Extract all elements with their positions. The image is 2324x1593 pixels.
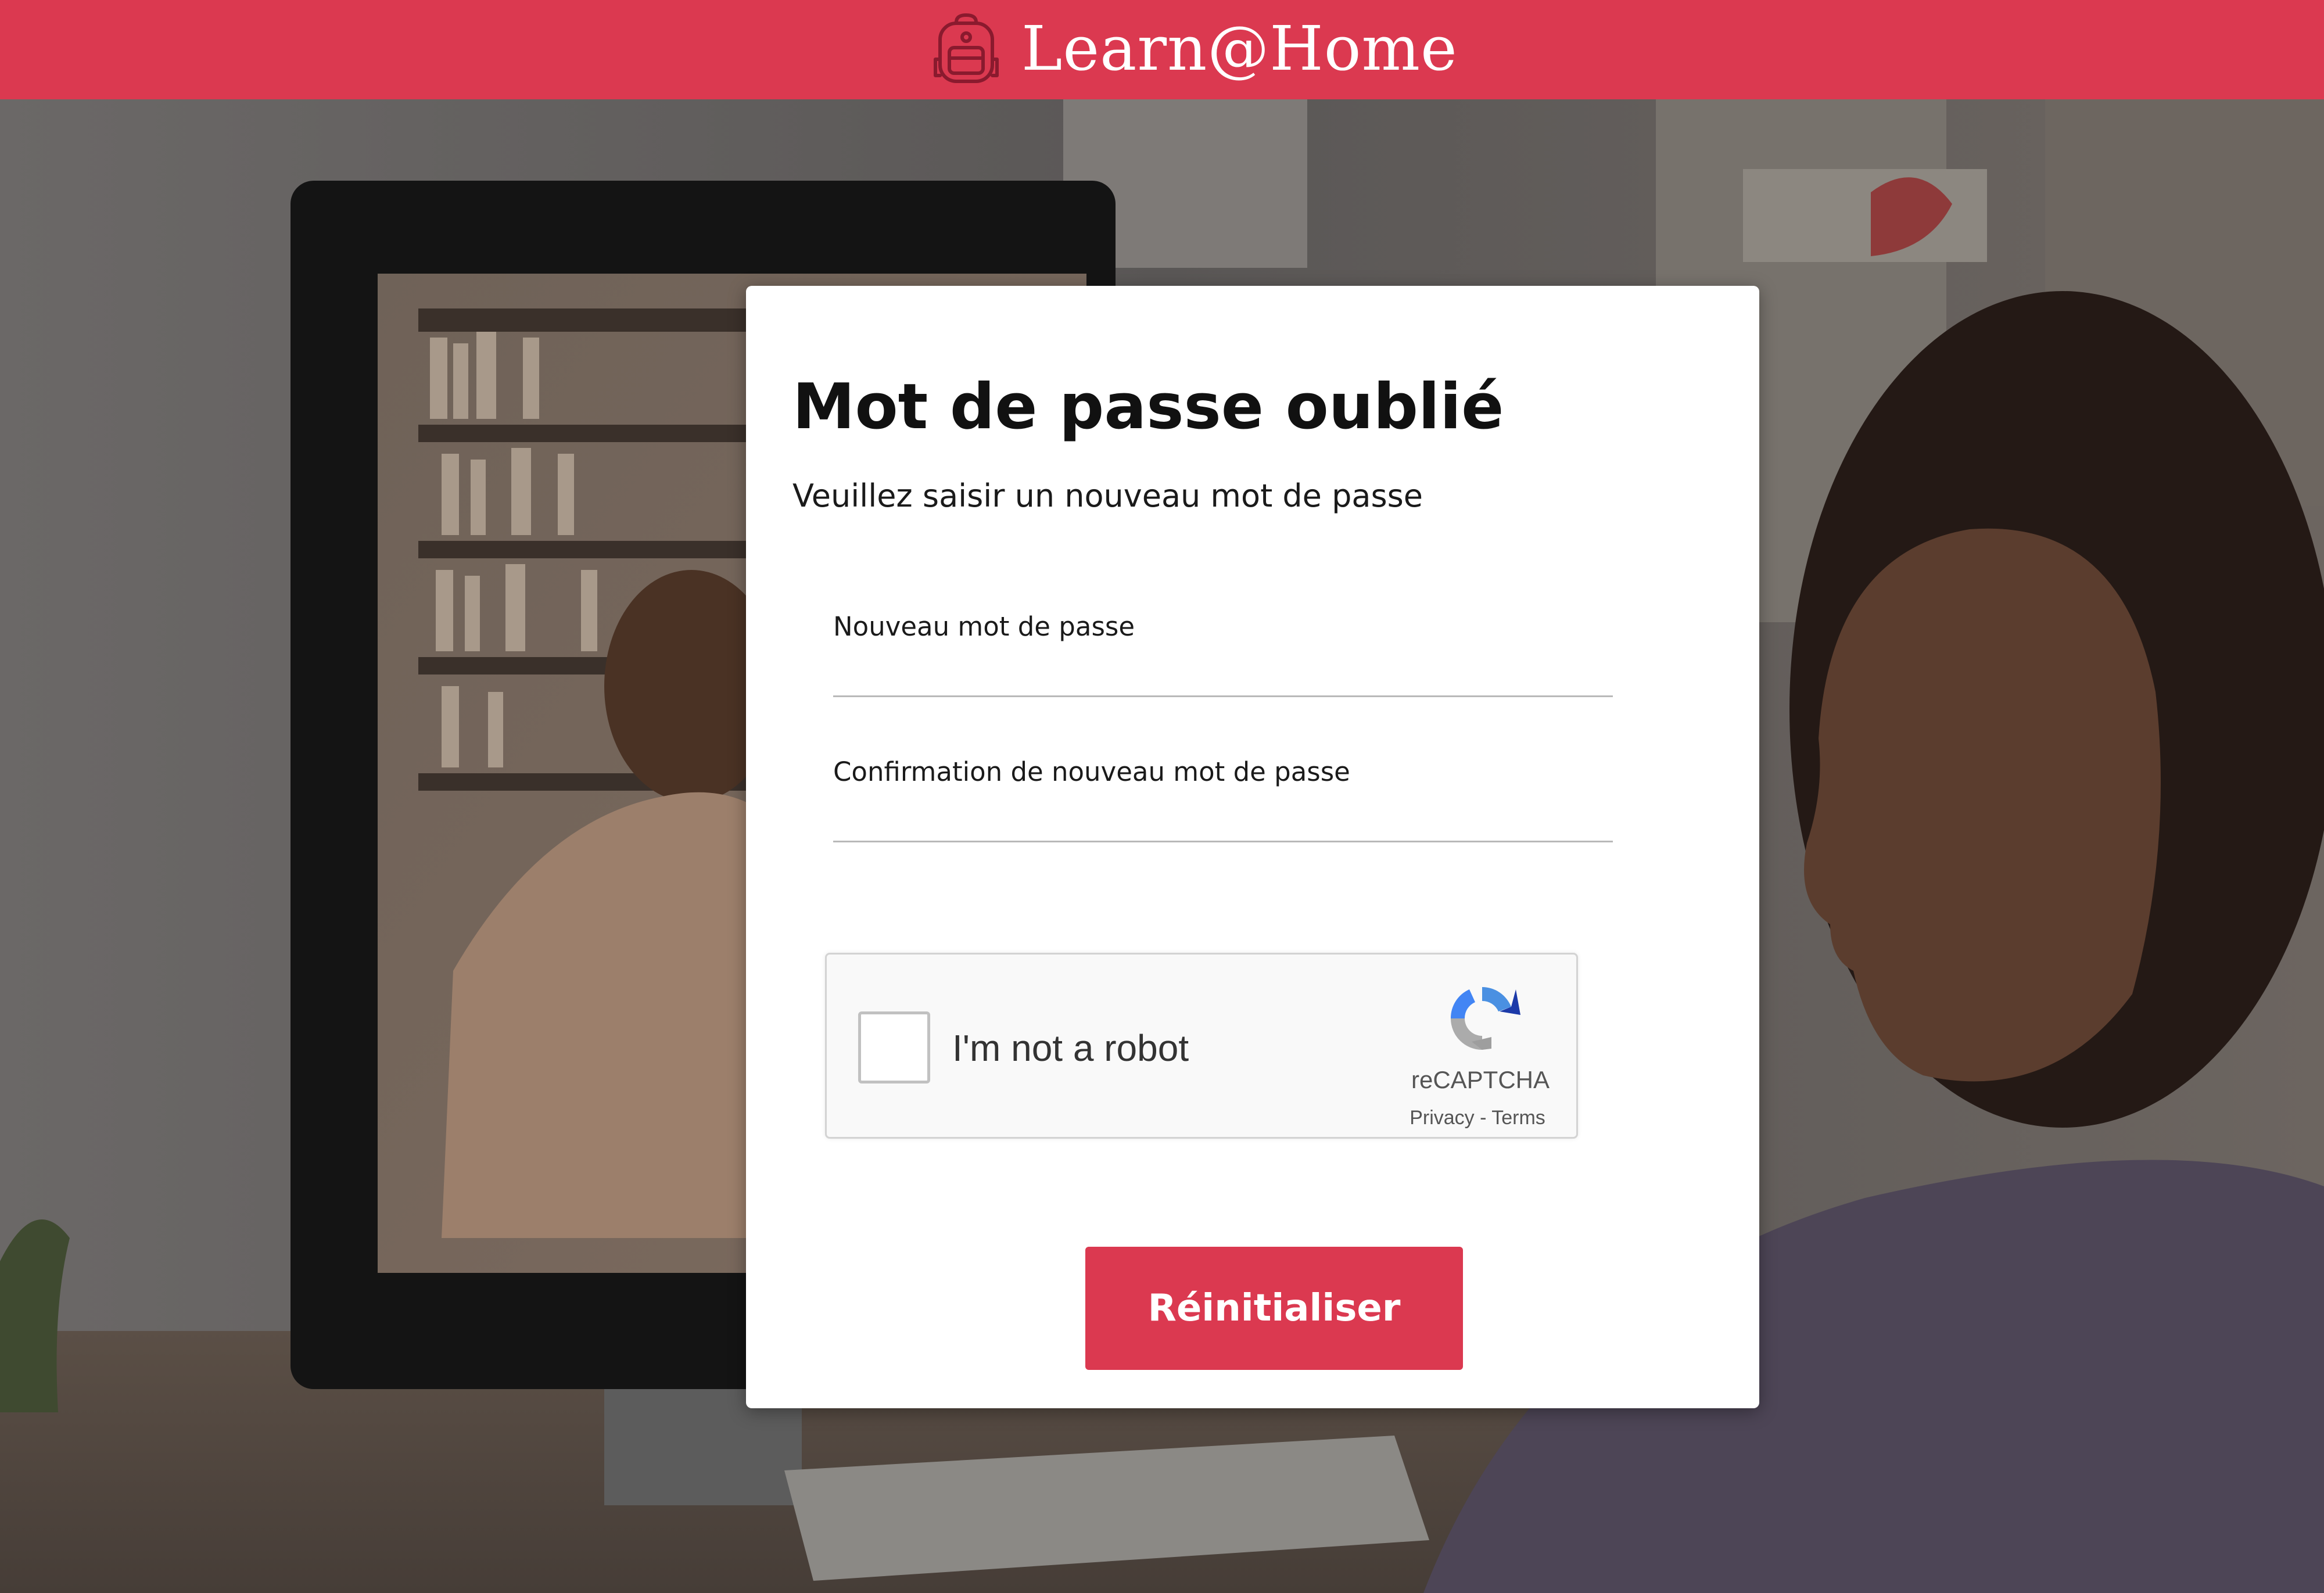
backpack-icon bbox=[934, 13, 999, 83]
reset-button[interactable]: Réinitialiser bbox=[1085, 1247, 1463, 1370]
new-password-input[interactable] bbox=[833, 660, 1613, 697]
recaptcha-label: I'm not a robot bbox=[952, 1027, 1189, 1069]
page-title: Mot de passe oublié bbox=[792, 371, 1504, 443]
confirm-password-input[interactable] bbox=[833, 805, 1613, 842]
new-password-label: Nouveau mot de passe bbox=[833, 611, 1135, 642]
confirm-password-label: Confirmation de nouveau mot de passe bbox=[833, 756, 1350, 787]
brand[interactable]: Learn@Home bbox=[930, 8, 1458, 89]
recaptcha-brand: reCAPTCHA bbox=[1411, 1066, 1550, 1093]
brand-name: Learn@Home bbox=[1021, 13, 1458, 84]
recaptcha-checkbox[interactable] bbox=[858, 1011, 930, 1083]
top-bar: Learn@Home bbox=[0, 0, 2324, 99]
recaptcha-logo-icon bbox=[1450, 987, 1520, 1050]
confirm-password-field: Confirmation de nouveau mot de passe bbox=[833, 756, 1613, 842]
page-subtitle: Veuillez saisir un nouveau mot de passe bbox=[792, 478, 1423, 514]
password-reset-card: Mot de passe oublié Veuillez saisir un n… bbox=[746, 286, 1759, 1408]
recaptcha-widget: I'm not a robot reCAPTCHA Privacy - Term… bbox=[825, 953, 1578, 1139]
recaptcha-links[interactable]: Privacy - Terms bbox=[1385, 1107, 1570, 1129]
new-password-field: Nouveau mot de passe bbox=[833, 611, 1613, 697]
